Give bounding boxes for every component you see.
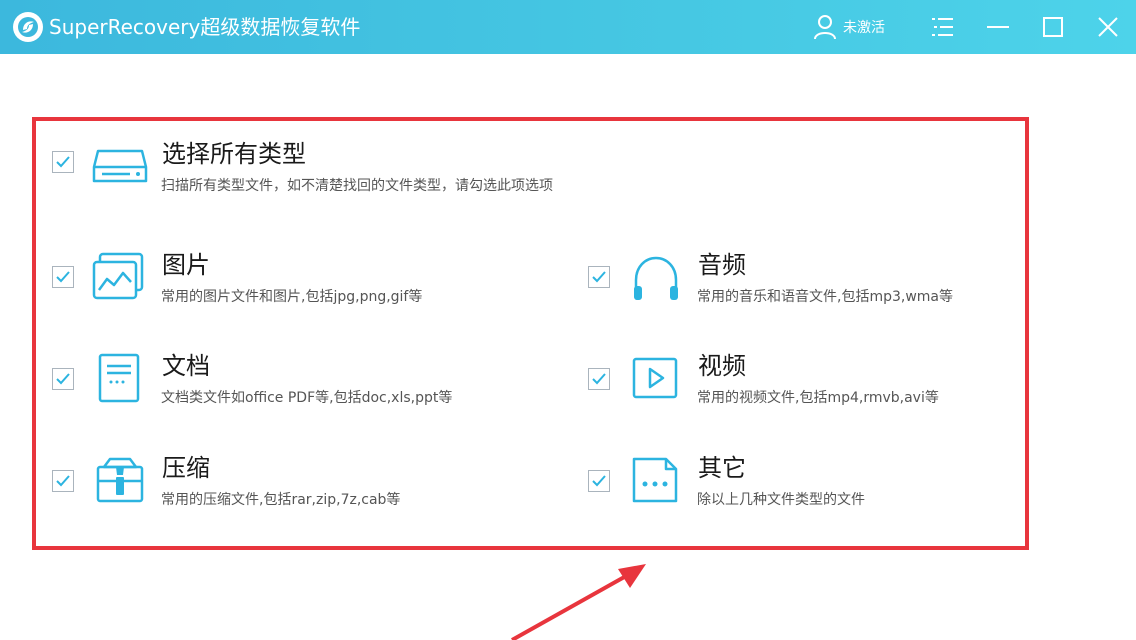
option-description: 扫描所有类型文件，如不清楚找回的文件类型，请勾选此项选项 [161, 178, 553, 194]
option-description: 除以上几种文件类型的文件 [697, 492, 865, 508]
option-description: 文档类文件如office PDF等,包括doc,xls,ppt等 [161, 390, 453, 406]
option-description: 常用的压缩文件,包括rar,zip,7z,cab等 [161, 492, 401, 508]
option-audio[interactable]: 音频 常用的音乐和语音文件,包括mp3,wma等 [588, 251, 1018, 322]
drive-icon [90, 141, 150, 197]
user-account-button[interactable]: 未激活 [813, 12, 885, 42]
other-file-icon [626, 455, 686, 511]
checkbox-archives[interactable] [52, 470, 74, 492]
checkbox-other[interactable] [588, 470, 610, 492]
maximize-button[interactable] [1038, 12, 1068, 42]
option-title: 图片 [162, 251, 210, 279]
menu-list-icon [932, 18, 953, 36]
check-icon [592, 271, 606, 283]
user-icon [814, 15, 836, 40]
check-icon [56, 373, 70, 385]
option-all-types[interactable]: 选择所有类型 扫描所有类型文件，如不清楚找回的文件类型，请勾选此项选项 [52, 140, 612, 211]
option-title: 选择所有类型 [162, 140, 306, 168]
check-icon [56, 475, 70, 487]
checkbox-images[interactable] [52, 266, 74, 288]
checkbox-video[interactable] [588, 368, 610, 390]
app-title: SuperRecovery超级数据恢复软件 [49, 15, 361, 39]
headphones-icon [626, 252, 686, 308]
option-video[interactable]: 视频 常用的视频文件,包括mp4,rmvb,avi等 [588, 352, 1018, 423]
archive-icon [90, 455, 150, 511]
minimize-icon [987, 26, 1009, 28]
image-icon [90, 252, 150, 308]
annotation-arrow-icon [511, 564, 646, 640]
check-icon [592, 373, 606, 385]
title-bar: SuperRecovery超级数据恢复软件 未激活 [0, 0, 1136, 54]
checkbox-all-types[interactable] [52, 151, 74, 173]
option-documents[interactable]: 文档 文档类文件如office PDF等,包括doc,xls,ppt等 [52, 352, 532, 423]
option-title: 视频 [698, 352, 746, 380]
menu-button[interactable] [927, 12, 957, 42]
check-icon [56, 271, 70, 283]
minimize-button[interactable] [983, 12, 1013, 42]
check-icon [592, 475, 606, 487]
option-description: 常用的音乐和语音文件,包括mp3,wma等 [697, 289, 953, 305]
option-title: 其它 [698, 454, 746, 482]
option-title: 压缩 [162, 454, 210, 482]
option-archives[interactable]: 压缩 常用的压缩文件,包括rar,zip,7z,cab等 [52, 454, 532, 525]
video-play-icon [626, 353, 686, 409]
option-description: 常用的图片文件和图片,包括jpg,png,gif等 [161, 289, 423, 305]
close-button[interactable] [1093, 12, 1123, 42]
option-other[interactable]: 其它 除以上几种文件类型的文件 [588, 454, 1018, 525]
check-icon [56, 156, 70, 168]
option-title: 文档 [162, 352, 210, 380]
document-icon [90, 353, 150, 409]
maximize-icon [1043, 17, 1063, 37]
checkbox-documents[interactable] [52, 368, 74, 390]
app-logo-icon [12, 11, 44, 43]
option-title: 音频 [698, 251, 746, 279]
option-description: 常用的视频文件,包括mp4,rmvb,avi等 [697, 390, 939, 406]
option-images[interactable]: 图片 常用的图片文件和图片,包括jpg,png,gif等 [52, 251, 532, 322]
user-status-label: 未激活 [843, 20, 885, 36]
close-icon [1098, 17, 1118, 37]
checkbox-audio[interactable] [588, 266, 610, 288]
